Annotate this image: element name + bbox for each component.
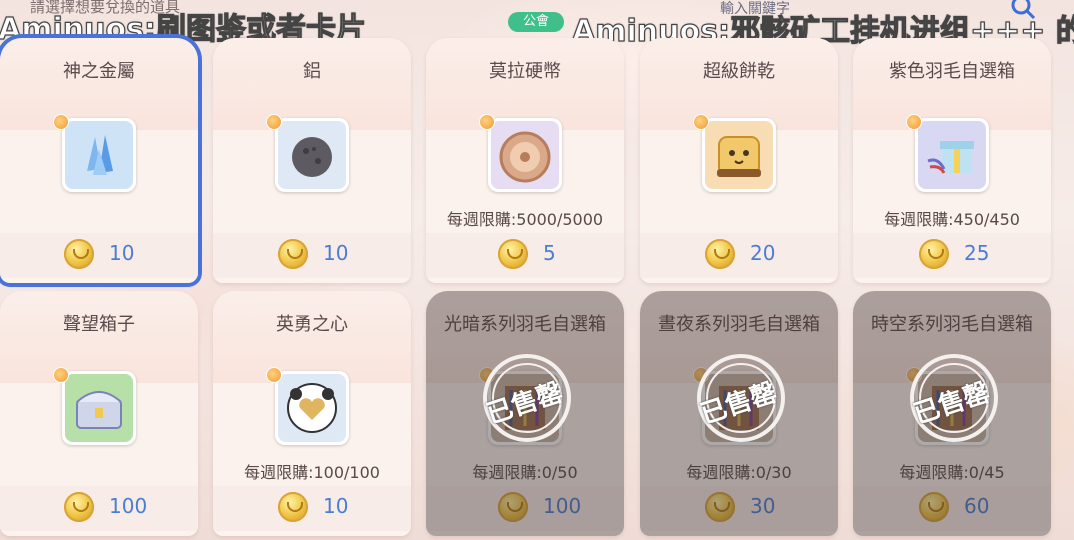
currency-coin-icon (278, 492, 308, 522)
item-price: 10 (323, 494, 349, 518)
shop-item-card[interactable]: 神之金屬 10 (0, 38, 198, 283)
shop-item-card[interactable]: 超級餅乾 20 (640, 38, 838, 283)
item-name: 英勇之心 (276, 314, 348, 335)
currency-coin-icon (278, 239, 308, 269)
rarity-dot-icon (479, 114, 495, 130)
rarity-dot-icon (53, 114, 69, 130)
weekly-limit: 每週限購:100/100 (244, 463, 380, 482)
item-name: 莫拉硬幣 (489, 61, 561, 82)
price-row (853, 233, 1051, 278)
coin-medal-icon (491, 121, 559, 189)
top-bar: 請選擇想要兌換的道具 Aminuos:刷图鉴或者卡片 公會 輸入關鍵字 Amin… (0, 0, 1074, 50)
item-icon-frame (62, 118, 136, 192)
shop-item-card[interactable]: 聲望箱子 100 (0, 291, 198, 536)
item-icon-frame (915, 118, 989, 192)
rarity-dot-icon (53, 367, 69, 383)
price-row (640, 233, 838, 278)
item-name: 紫色羽毛自選箱 (889, 61, 1015, 82)
shop-item-card[interactable]: 晝夜系列羽毛自選箱 每週限購:0/30 30 已售罄 (640, 291, 838, 536)
shop-item-card[interactable]: 英勇之心每週限購:100/100 10 (213, 291, 411, 536)
shop-item-card[interactable]: 鋁 10 (213, 38, 411, 283)
heart-icon (278, 374, 346, 442)
price-row (213, 486, 411, 531)
guild-badge: 公會 (508, 12, 564, 32)
ore-icon (278, 121, 346, 189)
cookie-icon (705, 121, 773, 189)
shop-item-card[interactable]: 光暗系列羽毛自選箱 每週限購:0/50 100 已售罄 (426, 291, 624, 536)
shop-item-card[interactable]: 時空系列羽毛自選箱 每週限購:0/45 60 已售罄 (853, 291, 1051, 536)
item-icon-frame (488, 118, 562, 192)
item-price: 20 (750, 241, 776, 265)
currency-coin-icon (64, 492, 94, 522)
item-icon-frame (275, 118, 349, 192)
shop-item-card[interactable]: 莫拉硬幣每週限購:5000/5000 5 (426, 38, 624, 283)
item-name: 超級餅乾 (703, 61, 775, 82)
item-icon-frame (275, 371, 349, 445)
rarity-dot-icon (906, 114, 922, 130)
weekly-limit: 每週限購:450/450 (884, 210, 1020, 229)
item-name: 神之金屬 (63, 61, 135, 82)
item-name: 鋁 (303, 61, 321, 82)
currency-coin-icon (705, 239, 735, 269)
rarity-dot-icon (266, 367, 282, 383)
search-icon[interactable] (1010, 0, 1036, 20)
gift-box-icon (918, 121, 986, 189)
item-price: 100 (109, 494, 148, 518)
rarity-dot-icon (266, 114, 282, 130)
item-name: 聲望箱子 (63, 314, 135, 335)
currency-coin-icon (64, 239, 94, 269)
item-icon-frame (702, 118, 776, 192)
price-row (0, 486, 198, 531)
item-price: 10 (323, 241, 349, 265)
shop-item-card[interactable]: 紫色羽毛自選箱 每週限購:450/450 25 (853, 38, 1051, 283)
weekly-limit: 每週限購:5000/5000 (446, 210, 604, 229)
rarity-dot-icon (693, 114, 709, 130)
price-row (213, 233, 411, 278)
treasure-chest-icon (65, 374, 133, 442)
crystal-icon (65, 121, 133, 189)
item-price: 25 (964, 241, 990, 265)
item-icon-frame (62, 371, 136, 445)
currency-coin-icon (919, 239, 949, 269)
item-price: 5 (543, 241, 556, 265)
price-row (0, 233, 198, 278)
currency-coin-icon (498, 239, 528, 269)
item-price: 10 (109, 241, 135, 265)
